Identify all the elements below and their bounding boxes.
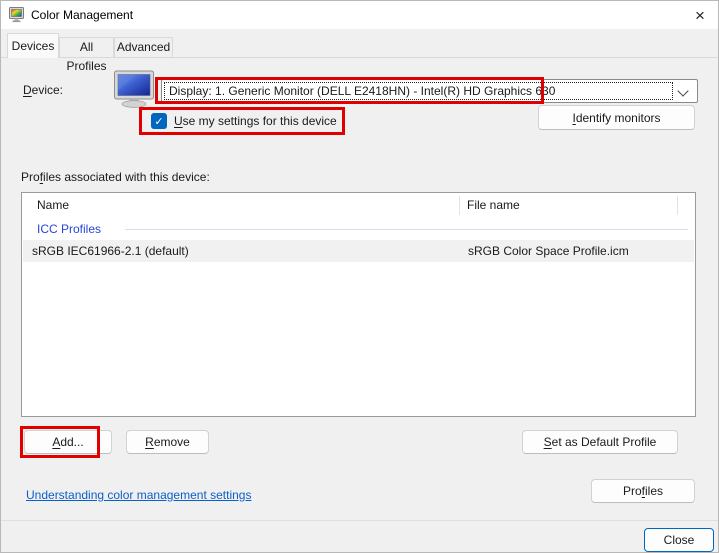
use-settings-checkbox-label[interactable]: Use my settings for this device xyxy=(174,114,337,128)
chevron-down-icon[interactable] xyxy=(677,85,688,96)
close-icon: × xyxy=(695,7,705,24)
remove-accesskey: R xyxy=(145,435,154,449)
group-label: ICC Profiles xyxy=(37,222,101,236)
set-as-default-profile-button[interactable]: Set as Default Profile xyxy=(522,430,678,454)
footer-divider xyxy=(1,520,718,521)
color-management-window: Color Management × Devices All Profiles … xyxy=(0,0,719,553)
profile-file-cell: sRGB Color Space Profile.icm xyxy=(468,240,629,262)
profile-name-cell: sRGB IEC61966-2.1 (default) xyxy=(32,240,189,262)
profiles-list: Name File name ICC Profiles sRGB IEC6196… xyxy=(21,192,696,417)
assoc-post: iles associated with this device: xyxy=(43,170,210,184)
column-divider xyxy=(459,196,460,215)
add-button[interactable]: Add... xyxy=(24,430,112,454)
setdefault-accesskey: S xyxy=(544,435,552,449)
tab-strip-line xyxy=(1,57,718,58)
device-dropdown-focus-rect: Display: 1. Generic Monitor (DELL E2418H… xyxy=(164,82,673,100)
device-label: Device: xyxy=(23,83,63,97)
icc-profiles-group-header: ICC Profiles xyxy=(22,218,695,239)
column-header-file-name[interactable]: File name xyxy=(467,193,520,218)
profiles-button[interactable]: Profiles xyxy=(591,479,695,503)
tab-devices[interactable]: Devices xyxy=(7,33,59,58)
use-settings-checkbox[interactable]: ✓ xyxy=(151,113,167,129)
tab-advanced[interactable]: Advanced xyxy=(114,37,173,57)
window-close-button[interactable]: × xyxy=(684,1,716,29)
setdefault-post: et as Default Profile xyxy=(552,435,657,449)
device-label-accesskey: D xyxy=(23,83,32,97)
list-header: Name File name xyxy=(22,193,695,218)
cb-label-post: se my settings for this device xyxy=(183,114,337,128)
remove-button[interactable]: Remove xyxy=(126,430,209,454)
add-post: dd... xyxy=(60,435,83,449)
device-dropdown[interactable]: Display: 1. Generic Monitor (DELL E2418H… xyxy=(161,79,698,103)
color-management-app-icon xyxy=(9,7,25,23)
remove-post: emove xyxy=(154,435,190,449)
device-dropdown-value: Display: 1. Generic Monitor (DELL E2418H… xyxy=(165,84,555,98)
close-button[interactable]: Close xyxy=(644,528,714,552)
identify-monitors-button[interactable]: Identify monitors xyxy=(538,105,695,130)
device-label-post: evice: xyxy=(32,83,63,97)
check-icon: ✓ xyxy=(154,116,163,127)
group-line xyxy=(125,229,688,230)
profiles-associated-label: Profiles associated with this device: xyxy=(21,170,210,184)
cb-label-accesskey: U xyxy=(174,114,183,128)
identify-post: dentify monitors xyxy=(576,111,661,125)
monitor-icon xyxy=(112,70,158,108)
profiles-pre: Pro xyxy=(623,484,642,498)
assoc-pre: Pro xyxy=(21,170,40,184)
profile-row[interactable]: sRGB IEC61966-2.1 (default) sRGB Color S… xyxy=(23,240,694,262)
tab-all-profiles[interactable]: All Profiles xyxy=(59,37,114,57)
profiles-post: iles xyxy=(645,484,663,498)
column-divider xyxy=(677,196,678,215)
understanding-color-management-link[interactable]: Understanding color management settings xyxy=(26,488,251,502)
window-title: Color Management xyxy=(31,8,133,22)
titlebar: Color Management × xyxy=(1,1,718,29)
column-header-name[interactable]: Name xyxy=(37,193,69,218)
